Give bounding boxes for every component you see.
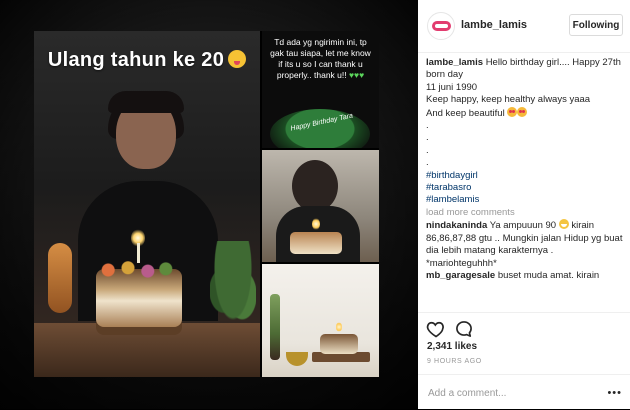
avatar[interactable] — [427, 12, 455, 40]
vase-plant — [270, 294, 280, 360]
tongue-emoji-icon — [228, 50, 247, 68]
caption-username[interactable]: lambe_lamis — [426, 57, 483, 68]
collage-story-screenshot: Td ada yg ngirimin ini, tp gak tau siapa… — [262, 31, 379, 148]
story-text: Td ada yg ngirimin ini, tp gak tau siapa… — [270, 37, 371, 80]
caption-dot: . — [426, 120, 429, 132]
comment-bubble-icon[interactable] — [454, 319, 474, 339]
add-comment-bar: ••• — [418, 374, 630, 410]
caption-line-3: Keep happy, keep healthy always yaaa — [426, 94, 591, 106]
hashtag-link[interactable]: #lambelamis — [426, 194, 624, 206]
photo-caption: Ulang tahun ke 20 — [34, 49, 260, 72]
caption-line-2: 11 juni 1990 — [426, 81, 478, 93]
comments-section[interactable]: lambe_lamis Hello birthday girl.... Happ… — [426, 57, 624, 309]
post-timestamp[interactable]: 9 HOURS AGO — [427, 358, 482, 365]
post-sidebar: lambe_lamis Following lambe_lamis Hello … — [418, 0, 630, 409]
following-button[interactable]: Following — [569, 14, 623, 36]
caption-line-4: And keep beautiful — [426, 107, 505, 119]
comment-text: buset muda amat. kirain — [497, 269, 600, 281]
comment-username[interactable]: mb_garagesale — [426, 270, 495, 281]
caption-line-4-wrap: And keep beautiful — [426, 106, 624, 120]
like-heart-icon[interactable] — [426, 319, 446, 339]
hashtag-link[interactable]: #birthdaygirl — [426, 170, 624, 182]
mid-person-head — [292, 160, 338, 212]
still-cake — [320, 334, 358, 354]
grin-emoji-icon — [558, 219, 569, 230]
plant — [210, 241, 256, 331]
likes-count[interactable]: 2,341 likes — [427, 341, 477, 352]
photo-collage: Ulang tahun ke 20 Td ada yg ngirimin ini… — [34, 31, 379, 377]
hashtag-link[interactable]: #tarabasro — [426, 182, 624, 194]
header-username[interactable]: lambe_lamis — [461, 19, 527, 31]
caption-dot: . — [426, 132, 429, 144]
story-cake — [270, 109, 370, 148]
comment-item: mb_garagesale buset muda amat. kirain — [426, 270, 624, 282]
heart-eyes-emoji-icon — [507, 106, 518, 117]
mid-cake — [290, 232, 342, 254]
caption-dot: . — [426, 144, 429, 156]
comment-text: Ya ampuuun 90 — [489, 220, 557, 232]
collage-cake-still-life — [262, 264, 379, 377]
heart-eyes-emoji-icon — [517, 106, 528, 117]
table — [34, 323, 260, 377]
caption: lambe_lamis Hello birthday girl.... Happ… — [426, 57, 624, 82]
person-hair-top — [108, 91, 184, 113]
collage-main-photo: Ulang tahun ke 20 — [34, 31, 260, 377]
comment-username[interactable]: nindakaninda — [426, 220, 487, 231]
gold-bowl — [286, 352, 308, 366]
more-options-icon[interactable]: ••• — [607, 387, 622, 399]
post-actions — [418, 312, 630, 343]
still-candle-flame — [336, 322, 342, 332]
green-hearts-icon: ♥♥♥ — [349, 70, 365, 80]
collage-blowing-candles-photo — [262, 150, 379, 262]
post-header: lambe_lamis Following — [418, 0, 630, 53]
lamp — [48, 243, 72, 313]
caption-dot: . — [426, 157, 429, 169]
load-more-comments-link[interactable]: load more comments — [426, 207, 624, 219]
mid-candle-flame — [312, 218, 320, 230]
post-media[interactable]: Ulang tahun ke 20 Td ada yg ngirimin ini… — [0, 0, 418, 409]
cake-flowers — [92, 259, 182, 281]
comment-item: nindakaninda Ya ampuuun 90 kirain 86,86,… — [426, 219, 624, 270]
add-comment-input[interactable] — [426, 383, 620, 403]
